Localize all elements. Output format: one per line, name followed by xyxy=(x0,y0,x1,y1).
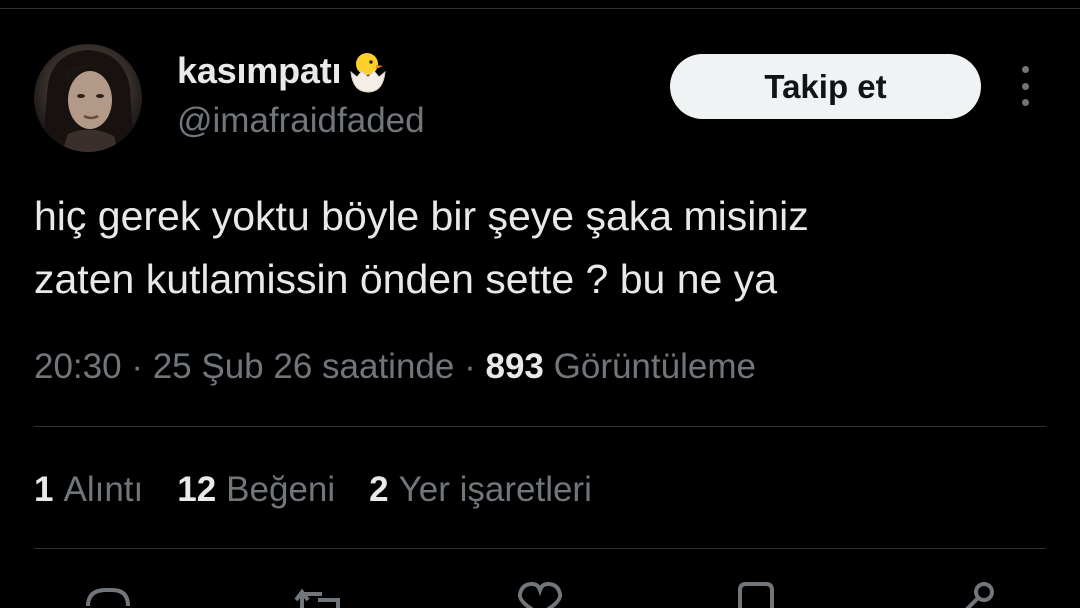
likes-stat[interactable]: 12 Beğeni xyxy=(177,470,335,510)
hatching-chick-emoji-icon xyxy=(345,48,391,94)
views-count: 893 xyxy=(485,347,544,386)
follow-button[interactable]: Takip et xyxy=(670,54,981,119)
share-icon[interactable] xyxy=(944,580,1000,608)
views-label: Görüntüleme xyxy=(553,347,756,386)
tweet-text-line-1: hiç gerek yoktu böyle bir şeye şaka misi… xyxy=(34,193,809,239)
tweet-date[interactable]: 25 Şub 26 saatinde xyxy=(153,347,455,386)
quotes-label: Alıntı xyxy=(63,470,144,509)
tweet-text: hiç gerek yoktu böyle bir şeye şaka misi… xyxy=(34,185,1044,311)
bookmarks-stat[interactable]: 2 Yer işaretleri xyxy=(369,470,592,510)
author-display-name[interactable]: kasımpatı xyxy=(177,50,341,92)
engagement-stats: 1 Alıntı 12 Beğeni 2 Yer işaretleri xyxy=(34,470,626,510)
quotes-count: 1 xyxy=(34,470,54,509)
action-bar xyxy=(0,580,1080,608)
more-vertical-icon[interactable] xyxy=(1012,66,1038,106)
tweet-time[interactable]: 20:30 xyxy=(34,347,122,386)
bookmark-icon[interactable] xyxy=(732,580,780,608)
like-icon[interactable] xyxy=(512,580,568,608)
avatar[interactable] xyxy=(34,44,142,152)
author-handle[interactable]: @imafraidfaded xyxy=(177,101,425,141)
tweet-text-line-2: zaten kutlamissin önden sette ? bu ne ya xyxy=(34,256,778,302)
author-name-row[interactable]: kasımpatı xyxy=(177,48,391,94)
meta-separator: · xyxy=(131,347,153,386)
top-divider xyxy=(0,8,1080,9)
bookmarks-label: Yer işaretleri xyxy=(398,470,592,509)
retweet-icon[interactable] xyxy=(292,580,348,608)
divider xyxy=(34,426,1046,427)
tweet-meta: 20:30 · 25 Şub 26 saatinde · 893 Görüntü… xyxy=(34,347,756,387)
meta-separator: · xyxy=(464,347,486,386)
likes-count: 12 xyxy=(177,470,217,509)
bookmarks-count: 2 xyxy=(369,470,389,509)
reply-icon[interactable] xyxy=(82,580,134,608)
tweet-detail-view: kasımpatı @imafraidfaded Takip et hiç ge… xyxy=(0,0,1080,608)
quotes-stat[interactable]: 1 Alıntı xyxy=(34,470,143,510)
likes-label: Beğeni xyxy=(226,470,336,509)
divider xyxy=(34,548,1046,549)
